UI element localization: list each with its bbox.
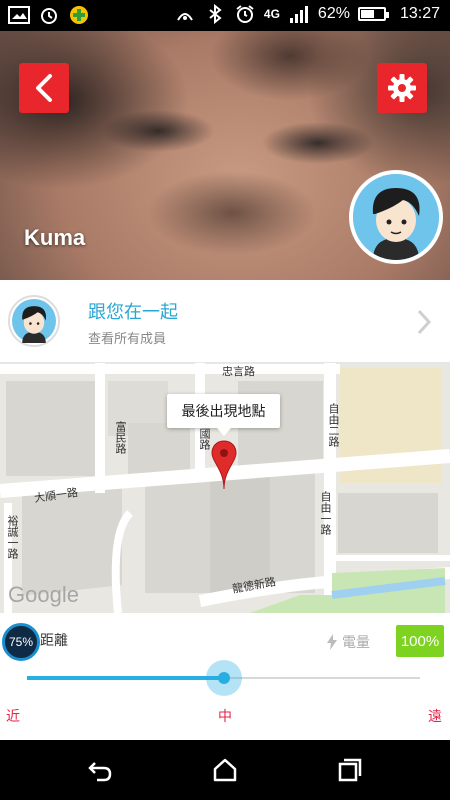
alarm-clock-icon — [236, 5, 254, 23]
camera-view: Kuma — [0, 31, 450, 280]
members-subtitle: 查看所有成員 — [88, 332, 167, 347]
members-avatar — [8, 295, 60, 347]
network-type: 4G — [263, 7, 280, 21]
nfc-icon — [177, 13, 193, 21]
last-seen-callout: 最後出現地點 — [167, 394, 280, 436]
slider-label-far: 遠 — [428, 709, 442, 725]
road-label: 自由一路 — [319, 491, 332, 535]
lightning-icon — [327, 634, 337, 650]
chevron-left-icon — [36, 74, 52, 102]
location-pin-icon[interactable] — [211, 440, 237, 490]
members-title: 跟您在一起 — [88, 302, 178, 323]
cartoon-face-icon — [12, 299, 56, 343]
back-button[interactable] — [19, 63, 69, 113]
system-nav-bar — [0, 740, 450, 800]
slider-label-near: 近 — [6, 709, 20, 725]
road-label: 忠言路 — [222, 365, 255, 378]
recent-apps-icon[interactable] — [337, 757, 363, 783]
clock: 13:27 — [399, 5, 440, 22]
settings-button[interactable] — [377, 63, 427, 113]
gallery-icon — [8, 6, 30, 24]
battery-icon — [357, 7, 389, 21]
slider-label-mid: 中 — [218, 709, 232, 725]
slider-knob[interactable] — [205, 660, 242, 696]
avatar[interactable] — [349, 170, 443, 264]
road-label: 裕誠一路 — [6, 515, 19, 559]
distance-slider[interactable] — [27, 660, 420, 696]
members-row[interactable]: 跟您在一起 查看所有成員 — [0, 280, 450, 363]
gear-icon — [388, 74, 416, 102]
slider-fill — [27, 676, 224, 680]
alarm-icon — [41, 8, 57, 24]
distance-label: 距離 — [40, 633, 68, 649]
distance-panel: 75% 距離 電量 100% 近 中 遠 — [0, 613, 450, 740]
home-icon[interactable] — [212, 757, 238, 783]
back-icon[interactable] — [87, 757, 113, 783]
road-label: 自由二路 — [327, 403, 340, 447]
app-icon — [70, 6, 88, 24]
map-view[interactable]: 忠言路 富民路 建國路 自由二路 大順一路 自由一路 龍德新路 裕誠一路 最後出… — [0, 363, 450, 613]
power-text: 電量 — [342, 635, 370, 651]
battery-level-badge: 100% — [396, 625, 444, 657]
member-name: Kuma — [24, 225, 86, 250]
cartoon-face-icon — [353, 174, 439, 260]
google-logo: Google — [8, 582, 79, 607]
distance-percent: 75% — [2, 623, 40, 661]
road-label: 富民路 — [114, 421, 127, 454]
bluetooth-icon — [209, 4, 222, 24]
signal-icon — [289, 6, 308, 23]
battery-percent: 62% — [317, 5, 350, 22]
status-bar: 4G 62% 13:27 — [0, 0, 450, 31]
chevron-right-icon — [417, 309, 432, 335]
power-label: 電量 — [326, 632, 370, 652]
